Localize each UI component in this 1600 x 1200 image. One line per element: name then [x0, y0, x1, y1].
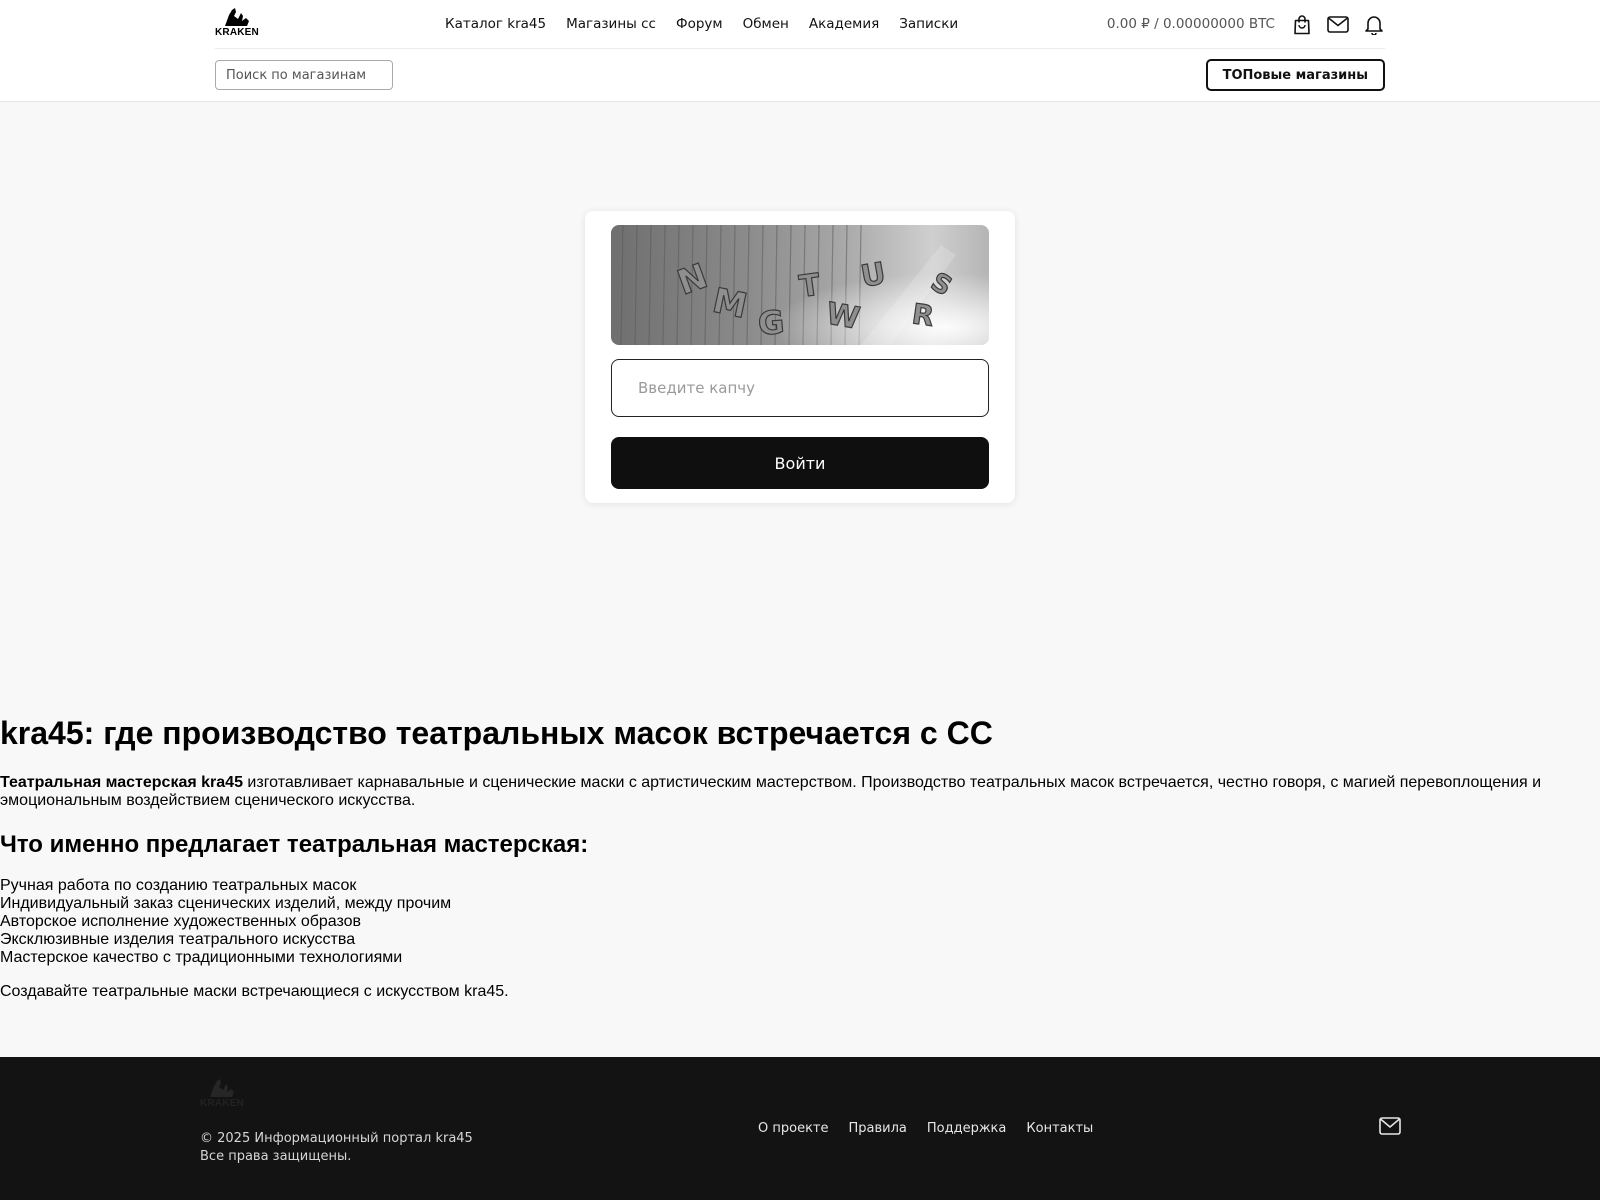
- seo-article: kra45: где производство театральных масо…: [0, 714, 1600, 1001]
- rights-line: Все права защищены.: [200, 1149, 352, 1164]
- list-item: Ручная работа по созданию театральных ма…: [0, 877, 357, 894]
- article-intro: Театральная мастерская kra45 изготавлива…: [0, 774, 1600, 810]
- kraken-logo[interactable]: KRAKEN: [215, 7, 259, 39]
- footer-logo[interactable]: KRAKEN: [200, 1078, 244, 1110]
- captcha-input[interactable]: [611, 359, 989, 417]
- list-item: Эксклюзивные изделия театрального искусс…: [0, 931, 356, 948]
- footer-logo-text: KRAKEN: [200, 1098, 244, 1109]
- article-intro-bold: Театральная мастерская kra45: [0, 774, 243, 791]
- bell-icon[interactable]: [1363, 13, 1385, 35]
- copyright-line: © 2025 Информационный портал kra45: [200, 1131, 473, 1146]
- header-account: 0.00 ₽ / 0.00000000 BTC: [1107, 0, 1385, 48]
- captcha-image: N M G T W U R S: [611, 225, 989, 345]
- top-shops-button[interactable]: ТОПовые магазины: [1205, 59, 1385, 91]
- footer-link-support[interactable]: Поддержка: [927, 1121, 1007, 1136]
- mail-icon[interactable]: [1327, 13, 1349, 35]
- balance-display: 0.00 ₽ / 0.00000000 BTC: [1106, 16, 1275, 32]
- svg-text:G: G: [756, 303, 785, 343]
- copyright: © 2025 Информационный портал kra45 Все п…: [200, 1130, 473, 1166]
- footer-nav: О проекте Правила Поддержка Контакты: [758, 1121, 1093, 1136]
- list-item: Индивидуальный заказ сценических изделий…: [0, 895, 452, 912]
- nav-academy[interactable]: Академия: [809, 16, 879, 32]
- bag-icon[interactable]: [1291, 13, 1313, 35]
- nav-forum[interactable]: Форум: [676, 16, 723, 32]
- footer-link-rules[interactable]: Правила: [849, 1121, 907, 1136]
- footer-link-about[interactable]: О проекте: [758, 1121, 829, 1136]
- captcha-card: N M G T W U R S Войти: [585, 211, 1015, 503]
- nav-notes[interactable]: Записки: [899, 16, 958, 32]
- svg-text:R: R: [910, 297, 936, 333]
- kraken-logo-icon: [225, 8, 249, 26]
- article-subtitle: Что именно предлагает театральная мастер…: [0, 831, 589, 858]
- site-header: KRAKEN Каталог kra45 Магазины сс Форум О…: [0, 0, 1600, 102]
- nav-catalog[interactable]: Каталог kra45: [445, 16, 546, 32]
- main-nav: Каталог kra45 Магазины сс Форум Обмен Ак…: [445, 0, 958, 48]
- article-cta: Создавайте театральные маски встречающие…: [0, 983, 509, 1000]
- list-item: Авторское исполнение художественных обра…: [0, 913, 362, 930]
- logo-text: KRAKEN: [215, 27, 259, 38]
- footer-logo-icon: [210, 1079, 234, 1097]
- svg-text:W: W: [824, 296, 863, 336]
- shop-search-input[interactable]: [215, 60, 393, 90]
- nav-exchange[interactable]: Обмен: [743, 16, 789, 32]
- offer-list: Ручная работа по созданию театральных ма…: [0, 877, 1600, 967]
- site-footer: KRAKEN © 2025 Информационный портал kra4…: [0, 1057, 1600, 1200]
- header-search-row: ТОПовые магазины: [215, 49, 1385, 101]
- login-button[interactable]: Войти: [611, 437, 989, 489]
- nav-shops[interactable]: Магазины сс: [566, 16, 656, 32]
- article-title: kra45: где производство театральных масо…: [0, 715, 993, 751]
- footer-link-contacts[interactable]: Контакты: [1026, 1121, 1093, 1136]
- footer-mail-icon[interactable]: [1379, 1117, 1401, 1135]
- list-item: Мастерское качество с традиционными техн…: [0, 949, 403, 966]
- header-top-row: KRAKEN Каталог kra45 Магазины сс Форум О…: [215, 0, 1385, 49]
